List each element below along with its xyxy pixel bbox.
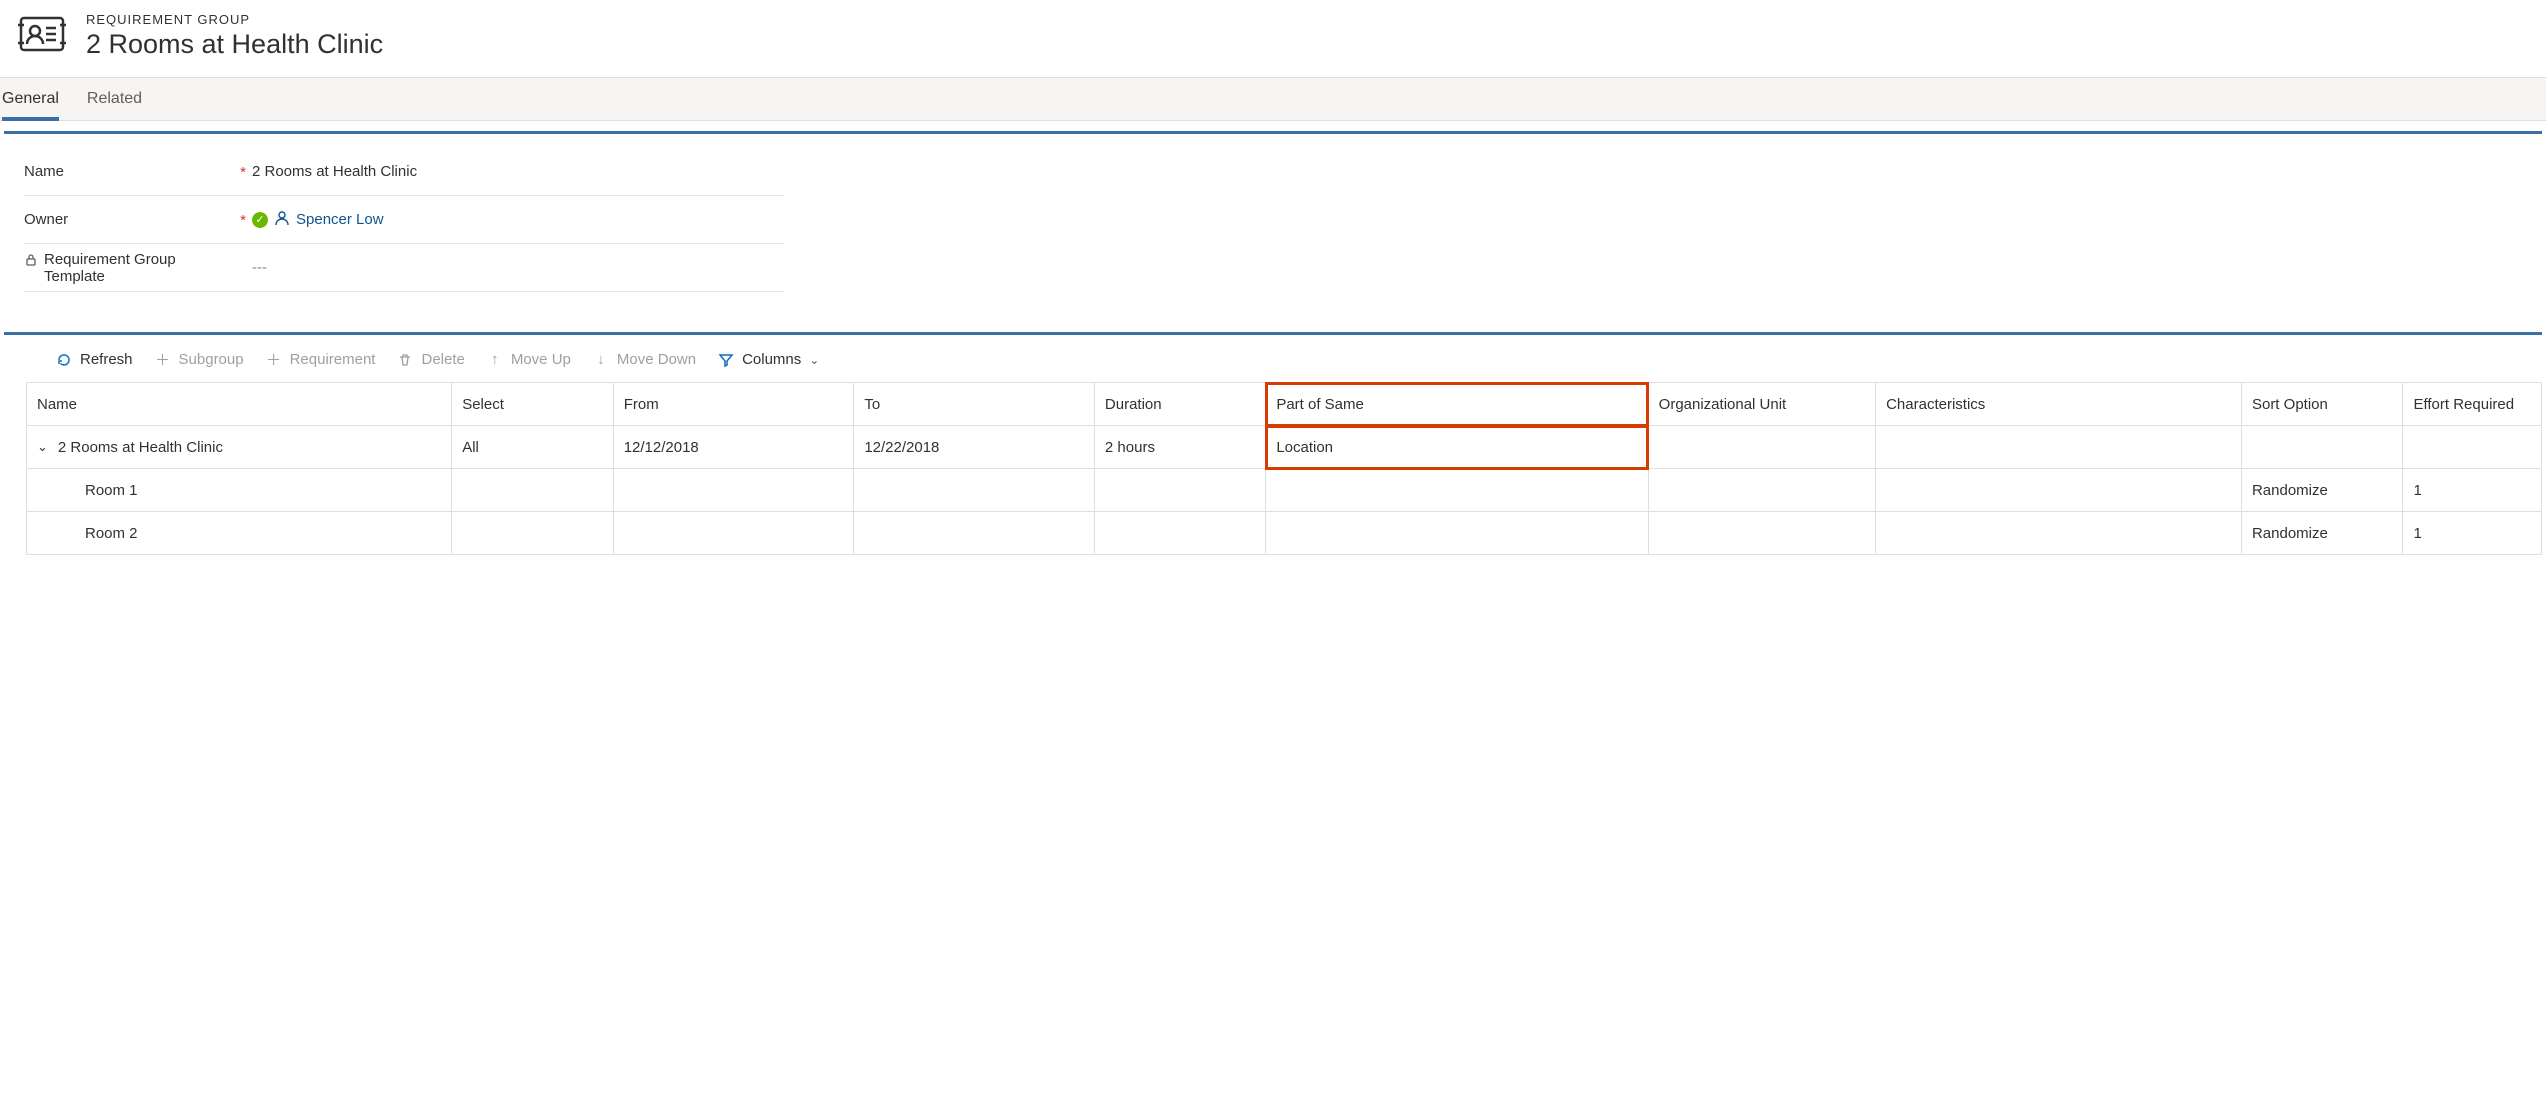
col-select[interactable]: Select xyxy=(452,383,614,426)
entity-icon xyxy=(18,10,66,61)
movedown-label: Move Down xyxy=(617,351,696,368)
col-sort-option[interactable]: Sort Option xyxy=(2241,383,2403,426)
cell-part-of-same[interactable] xyxy=(1266,469,1648,512)
cell-part-of-same[interactable]: Location xyxy=(1266,426,1648,469)
delete-label: Delete xyxy=(421,351,464,368)
subgrid-toolbar: Refresh ＋ Subgroup ＋ Requirement Delete … xyxy=(26,335,2542,382)
cell-name: Room 1 xyxy=(27,469,452,512)
chevron-down-icon[interactable]: ⌄ xyxy=(37,439,48,455)
cell-select[interactable] xyxy=(452,512,614,555)
movedown-button[interactable]: ↓ Move Down xyxy=(593,351,696,368)
cell-effort-required[interactable]: 1 xyxy=(2403,512,2542,555)
cell-from[interactable]: 12/12/2018 xyxy=(613,426,854,469)
plus-icon: ＋ xyxy=(266,352,282,368)
requirements-table: Name Select From To Duration Part of Sam… xyxy=(26,382,2542,555)
refresh-button[interactable]: Refresh xyxy=(56,351,133,368)
columns-label: Columns xyxy=(742,351,801,368)
name-label: Name xyxy=(24,163,64,180)
table-row[interactable]: Room 2 Randomize 1 xyxy=(27,512,2542,555)
col-duration[interactable]: Duration xyxy=(1094,383,1265,426)
field-row-template: Requirement Group Template --- xyxy=(24,244,784,292)
tab-related[interactable]: Related xyxy=(87,78,142,120)
tab-bar: General Related xyxy=(0,77,2546,121)
cell-to[interactable]: 12/22/2018 xyxy=(854,426,1095,469)
cell-characteristics[interactable] xyxy=(1876,469,2242,512)
lock-icon xyxy=(24,253,38,270)
name-field[interactable]: 2 Rooms at Health Clinic xyxy=(252,163,417,180)
entity-type-label: REQUIREMENT GROUP xyxy=(86,12,383,27)
col-to[interactable]: To xyxy=(854,383,1095,426)
cell-effort-required[interactable]: 1 xyxy=(2403,469,2542,512)
cell-duration[interactable]: 2 hours xyxy=(1094,426,1265,469)
cell-org-unit[interactable] xyxy=(1648,512,1875,555)
template-label: Requirement Group Template xyxy=(44,251,234,285)
record-header: REQUIREMENT GROUP 2 Rooms at Health Clin… xyxy=(0,0,2546,77)
moveup-label: Move Up xyxy=(511,351,571,368)
cell-effort-required[interactable] xyxy=(2403,426,2542,469)
tab-general[interactable]: General xyxy=(2,78,59,120)
cell-part-of-same[interactable] xyxy=(1266,512,1648,555)
refresh-label: Refresh xyxy=(80,351,133,368)
plus-icon: ＋ xyxy=(155,352,171,368)
cell-characteristics[interactable] xyxy=(1876,512,2242,555)
cell-to[interactable] xyxy=(854,512,1095,555)
cell-org-unit[interactable] xyxy=(1648,426,1875,469)
arrow-up-icon: ↑ xyxy=(487,352,503,368)
chevron-down-icon: ⌄ xyxy=(809,353,819,367)
columns-button[interactable]: Columns ⌄ xyxy=(718,351,819,368)
form-section-general: Name * 2 Rooms at Health Clinic Owner * … xyxy=(4,131,2542,322)
cell-select[interactable] xyxy=(452,469,614,512)
owner-lookup[interactable]: Spencer Low xyxy=(296,211,384,228)
cell-sort-option[interactable]: Randomize xyxy=(2241,512,2403,555)
requirement-label: Requirement xyxy=(290,351,376,368)
required-indicator: * xyxy=(234,210,252,229)
cell-duration[interactable] xyxy=(1094,469,1265,512)
col-name[interactable]: Name xyxy=(27,383,452,426)
cell-to[interactable] xyxy=(854,469,1095,512)
cell-name: 2 Rooms at Health Clinic xyxy=(58,439,223,456)
col-part-of-same[interactable]: Part of Same xyxy=(1266,383,1648,426)
record-title: 2 Rooms at Health Clinic xyxy=(86,29,383,60)
verified-icon: ✓ xyxy=(252,212,268,228)
template-field[interactable]: --- xyxy=(252,259,267,276)
requirement-button[interactable]: ＋ Requirement xyxy=(266,351,376,368)
cell-org-unit[interactable] xyxy=(1648,469,1875,512)
table-row[interactable]: Room 1 Randomize 1 xyxy=(27,469,2542,512)
filter-icon xyxy=(718,352,734,368)
table-header-row: Name Select From To Duration Part of Sam… xyxy=(27,383,2542,426)
person-icon xyxy=(274,210,290,230)
refresh-icon xyxy=(56,352,72,368)
field-row-name: Name * 2 Rooms at Health Clinic xyxy=(24,148,784,196)
col-effort-required[interactable]: Effort Required xyxy=(2403,383,2542,426)
cell-characteristics[interactable] xyxy=(1876,426,2242,469)
cell-from[interactable] xyxy=(613,512,854,555)
col-org-unit[interactable]: Organizational Unit xyxy=(1648,383,1875,426)
col-from[interactable]: From xyxy=(613,383,854,426)
delete-button[interactable]: Delete xyxy=(397,351,464,368)
cell-select[interactable]: All xyxy=(452,426,614,469)
table-row[interactable]: ⌄ 2 Rooms at Health Clinic All 12/12/201… xyxy=(27,426,2542,469)
field-row-owner: Owner * ✓ Spencer Low xyxy=(24,196,784,244)
cell-from[interactable] xyxy=(613,469,854,512)
moveup-button[interactable]: ↑ Move Up xyxy=(487,351,571,368)
cell-sort-option[interactable] xyxy=(2241,426,2403,469)
arrow-down-icon: ↓ xyxy=(593,352,609,368)
requirement-subgrid: Refresh ＋ Subgroup ＋ Requirement Delete … xyxy=(4,332,2542,585)
cell-duration[interactable] xyxy=(1094,512,1265,555)
trash-icon xyxy=(397,352,413,368)
cell-sort-option[interactable]: Randomize xyxy=(2241,469,2403,512)
owner-label: Owner xyxy=(24,211,68,228)
subgroup-button[interactable]: ＋ Subgroup xyxy=(155,351,244,368)
subgroup-label: Subgroup xyxy=(179,351,244,368)
col-characteristics[interactable]: Characteristics xyxy=(1876,383,2242,426)
cell-name: Room 2 xyxy=(27,512,452,555)
required-indicator: * xyxy=(234,162,252,181)
